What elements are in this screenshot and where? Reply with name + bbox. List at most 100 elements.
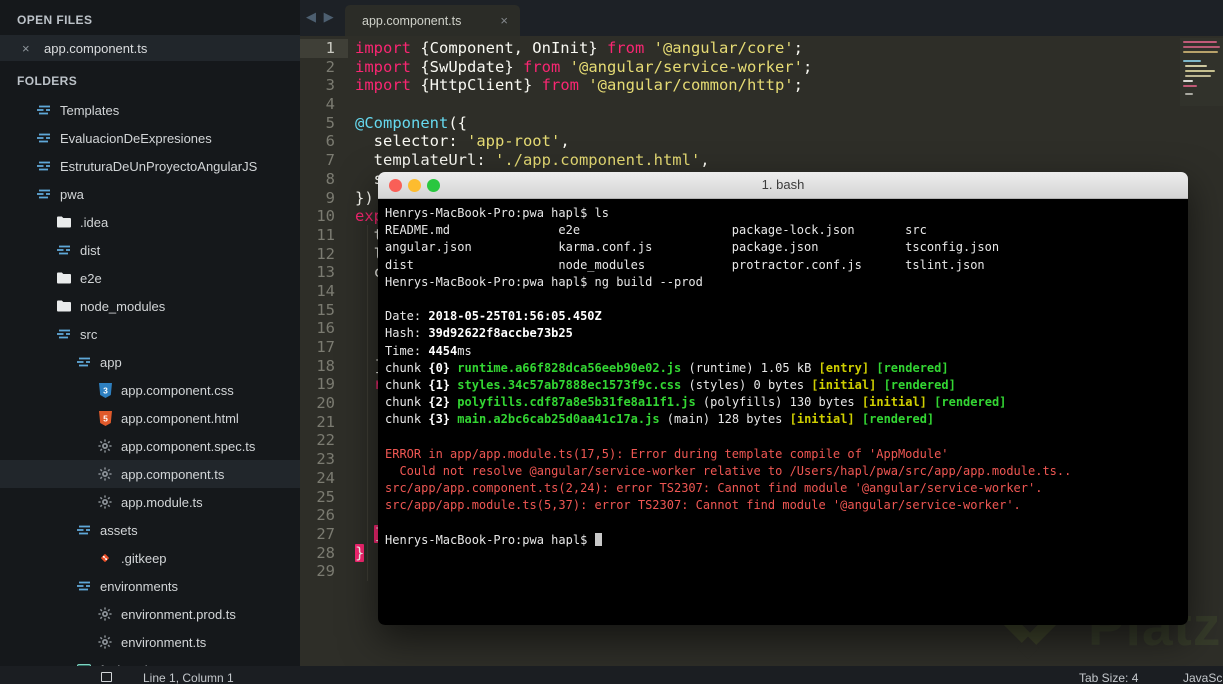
code-text: import {HttpClient} from '@angular/commo… [355, 76, 803, 95]
line-number: 19 [316, 375, 335, 394]
gear-icon [97, 467, 113, 481]
tree-item-favicon-ico[interactable]: favicon.ico [0, 656, 300, 666]
line-number: 8 [325, 169, 335, 188]
tree-item-label: node_modules [80, 298, 166, 314]
terminal-line: ERROR in app/app.module.ts(17,5): Error … [385, 446, 949, 461]
tree-item-dist[interactable]: dist [0, 236, 300, 264]
code-line-1: 1 import {Component, OnInit} from '@angul… [300, 39, 1223, 58]
folder-icon [56, 272, 72, 284]
line-number: 21 [316, 412, 335, 431]
line-number: 9 [325, 188, 335, 207]
tree-item-src[interactable]: src [0, 320, 300, 348]
tree-item--gitkeep[interactable]: .gitkeep [0, 544, 300, 572]
line-number: 2 [325, 57, 335, 76]
line-number: 15 [316, 300, 335, 319]
dash-icon [76, 580, 92, 592]
terminal-titlebar[interactable]: 1. bash [378, 172, 1188, 199]
tree-item-app-component-ts[interactable]: app.component.ts [0, 460, 300, 488]
terminal-line: chunk {2} polyfills.cdf87a8e5b31fe8a11f1… [385, 395, 1007, 410]
status-bar: Line 1, Column 1 Tab Size: 4 JavaScript [0, 666, 1223, 684]
tab-app-component-ts[interactable]: app.component.ts × [345, 5, 520, 36]
tree-item-environment-ts[interactable]: environment.ts [0, 628, 300, 656]
sidebar: OPEN FILES × app.component.ts FOLDERS Te… [0, 0, 300, 666]
tree-item-label: .idea [80, 214, 109, 230]
open-files-header: OPEN FILES [17, 13, 93, 27]
tree-item-label: src [80, 326, 98, 342]
tree-item-e2e[interactable]: e2e [0, 264, 300, 292]
nav-back-icon[interactable]: ◀ [306, 9, 318, 24]
gear-icon [97, 495, 113, 509]
line-number: 6 [325, 132, 335, 151]
tree-item-label: app.component.html [121, 410, 239, 426]
syntax-indicator[interactable]: JavaScript [1183, 671, 1223, 684]
code-text: import {Component, OnInit} from '@angula… [355, 39, 803, 57]
tree-item-node-modules[interactable]: node_modules [0, 292, 300, 320]
tab-close-icon[interactable]: × [500, 13, 508, 28]
tree-item-app-module-ts[interactable]: app.module.ts [0, 488, 300, 516]
tree-item-app-component-html[interactable]: 5 app.component.html [0, 404, 300, 432]
close-file-icon[interactable]: × [22, 41, 38, 56]
tree-item-label: Templates [60, 102, 120, 118]
svg-text:5: 5 [103, 413, 108, 423]
terminal-line: src/app/app.component.ts(2,24): error TS… [385, 481, 1043, 495]
tree-item-app-component-css[interactable]: 3 app.component.css [0, 376, 300, 404]
tree-item-label: environment.ts [121, 634, 207, 650]
tree-item-pwa[interactable]: pwa [0, 180, 300, 208]
tree-item-label: e2e [80, 270, 102, 286]
dash-icon [56, 328, 72, 340]
dash-icon [56, 244, 72, 256]
vintage-mode-icon [101, 672, 112, 682]
gear-icon [97, 635, 113, 649]
terminal-window[interactable]: 1. bash Henrys-MacBook-Pro:pwa hapl$ ls R… [378, 172, 1188, 625]
line-number: 16 [316, 319, 335, 338]
tree-item-assets[interactable]: assets [0, 516, 300, 544]
nav-forward-icon[interactable]: ▶ [324, 9, 336, 24]
minimap[interactable] [1180, 38, 1223, 106]
tab-bar: ◀ ▶ app.component.ts × [300, 0, 1223, 36]
css3-icon: 3 [97, 382, 113, 398]
tree-item--idea[interactable]: .idea [0, 208, 300, 236]
line-number: 14 [316, 281, 335, 300]
dash-icon [76, 524, 92, 536]
line-number: 20 [316, 394, 335, 413]
tree-item-templates[interactable]: Templates [0, 96, 300, 124]
line-number: 5 [325, 113, 335, 132]
terminal-line: Date: 2018-05-25T01:56:05.450Z [385, 309, 602, 324]
tree-item-label: EstruturaDeUnProyectoAngularJS [60, 158, 258, 174]
terminal-title: 1. bash [761, 177, 805, 192]
tree-item-environment-prod-ts[interactable]: environment.prod.ts [0, 600, 300, 628]
open-file-row[interactable]: × app.component.ts [0, 35, 300, 61]
line-number: 28 [316, 543, 335, 562]
open-file-label: app.component.ts [44, 40, 148, 56]
line-number: 27 [316, 524, 335, 543]
line-number: 4 [325, 95, 335, 114]
line-number: 23 [316, 450, 335, 469]
code-text: import {SwUpdate} from '@angular/service… [355, 57, 813, 76]
line-number: 18 [316, 356, 335, 375]
line-number: 7 [325, 151, 335, 170]
terminal-line: src/app/app.module.ts(5,37): error TS230… [385, 498, 1021, 513]
terminal-line: Hash: 39d92622f8accbe73b25 [385, 326, 573, 341]
dash-icon [36, 104, 52, 116]
git-icon [97, 551, 113, 565]
cursor-position[interactable]: Line 1, Column 1 [143, 671, 234, 684]
line-number: 11 [316, 225, 335, 244]
line-number: 26 [316, 506, 335, 525]
line-number: 25 [316, 487, 335, 506]
tree-item-app-component-spec-ts[interactable]: app.component.spec.ts [0, 432, 300, 460]
tree-item-label: app.component.spec.ts [121, 438, 256, 454]
code-line-5: 5 @Component({ [300, 114, 1223, 133]
tree-item-app[interactable]: app [0, 348, 300, 376]
tree-item-label: app.component.ts [121, 466, 225, 482]
tree-item-label: dist [80, 242, 101, 258]
tree-item-estruturadeunproyectoangularjs[interactable]: EstruturaDeUnProyectoAngularJS [0, 152, 300, 180]
tab-size-indicator[interactable]: Tab Size: 4 [1079, 671, 1138, 684]
terminal-body[interactable]: Henrys-MacBook-Pro:pwa hapl$ ls README.md… [378, 199, 1188, 625]
tree-item-evaluaciondeexpresiones[interactable]: EvaluacionDeExpresiones [0, 124, 300, 152]
line-number: 22 [316, 431, 335, 450]
tree-item-label: environments [100, 578, 179, 594]
tree-item-environments[interactable]: environments [0, 572, 300, 600]
folder-icon [56, 300, 72, 312]
